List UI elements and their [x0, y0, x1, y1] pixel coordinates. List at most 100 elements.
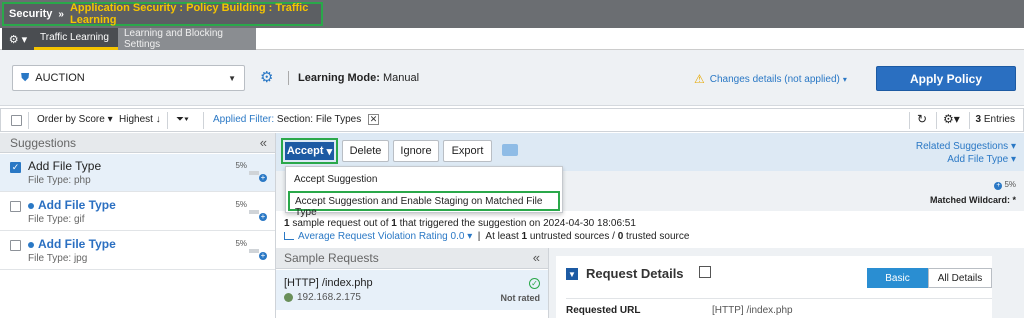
requested-url-value: [HTTP] /index.php [712, 305, 793, 316]
order-by-label: Order by Score [37, 114, 105, 125]
suggestion-checkbox[interactable] [10, 240, 21, 251]
applied-filter: Applied Filter: Section: File Types ✕ [213, 114, 380, 125]
policy-bar: ⛊ AUCTION ▼ ⚙ Learning Mode: Manual ⚠ Ch… [0, 50, 1024, 106]
applied-filter-value: Section: File Types [276, 114, 362, 125]
comment-icon[interactable] [502, 144, 518, 156]
suggestion-checkbox[interactable]: ✓ [10, 162, 21, 173]
request-summary: 1 sample request out of 1 that triggered… [284, 218, 636, 229]
delete-button[interactable]: Delete [342, 140, 389, 162]
accept-enable-staging-item[interactable]: Accept Suggestion and Enable Staging on … [288, 191, 560, 218]
suggestions-header: Suggestions « [0, 133, 275, 153]
changes-details-link[interactable]: ⚠ Changes details (not applied) ▾ [694, 72, 847, 86]
suggestion-title: Add File Type [38, 198, 116, 212]
suggestion-item[interactable]: Add File Type File Type: jpg 5% + [0, 232, 275, 270]
request-total: 1 [391, 218, 397, 229]
suggestion-toolbar: Order by Score ▾ Highest ↓ ⏷▾ Applied Fi… [0, 108, 1024, 132]
suggestion-checkbox[interactable] [10, 201, 21, 212]
suggestion-title-wrap: Add File Type [28, 198, 116, 212]
check-icon: ✓ [529, 278, 540, 289]
plus-icon[interactable]: + [994, 182, 1003, 190]
matched-wildcard-value: * [1012, 195, 1016, 205]
order-by-dropdown[interactable]: Order by Score ▾ [37, 114, 113, 125]
policy-settings-icon[interactable]: ⚙ [260, 68, 273, 86]
apply-policy-button[interactable]: Apply Policy [876, 66, 1016, 91]
ignore-button[interactable]: Ignore [393, 140, 439, 162]
sort-direction-toggle[interactable]: Highest ↓ [119, 114, 161, 125]
chevron-down-icon: ▾ [842, 74, 847, 84]
accept-suggestion-item[interactable]: Accept Suggestion [294, 174, 377, 185]
divider [288, 71, 289, 85]
policy-select[interactable]: ⛊ AUCTION ▼ [12, 65, 245, 91]
unread-dot-icon [28, 241, 34, 248]
accept-label: Accept [286, 145, 324, 157]
trusted-count: 0 [617, 231, 624, 242]
accept-button[interactable]: Accept ▾ [285, 142, 334, 160]
divider [28, 112, 29, 129]
suggestion-item[interactable]: ✓ Add File Type File Type: php 5% + [0, 154, 275, 192]
suggestion-score: 5% [235, 161, 247, 170]
accept-highlight: Accept ▾ [281, 138, 338, 164]
sample-requests-header: Sample Requests « [276, 248, 548, 269]
suggestion-score: 5% [235, 200, 247, 209]
details-scroll-area [992, 256, 1024, 318]
changes-details-label: Changes details (not applied) [709, 73, 840, 85]
external-link-icon[interactable] [699, 266, 711, 278]
learning-mode: Learning Mode: Manual [298, 72, 419, 84]
plus-icon[interactable]: + [259, 174, 267, 182]
tab-learning-blocking-settings[interactable]: Learning and Blocking Settings [118, 28, 256, 50]
suggestion-item[interactable]: Add File Type File Type: gif 5% + [0, 193, 275, 231]
entries-label: Entries [983, 114, 1015, 125]
suggestion-title: Add File Type [38, 237, 116, 251]
divider [167, 112, 168, 129]
gear-menu-icon[interactable]: ⚙ ▾ [2, 28, 34, 50]
policy-select-value: AUCTION [35, 72, 85, 84]
rating-summary: Average Request Violation Rating 0.0 ▾ |… [284, 231, 689, 242]
collapse-icon[interactable]: « [533, 250, 540, 265]
entries-number: 3 [975, 114, 982, 125]
sample-request-ip: 192.168.2.175 [297, 292, 361, 303]
breadcrumb-root[interactable]: Security [9, 8, 52, 20]
top-bar: Security » Application Security : Policy… [0, 0, 1024, 28]
sample-request-item[interactable]: [HTTP] /index.php 192.168.2.175 ✓ Not ra… [276, 270, 548, 310]
tab-row: ⚙ ▾ Traffic Learning Learning and Blocki… [0, 28, 1024, 50]
select-all-checkbox[interactable] [11, 115, 22, 126]
tab-traffic-learning[interactable]: Traffic Learning [34, 28, 118, 50]
rating-link[interactable]: Average Request Violation Rating 0.0 ▾ [284, 231, 472, 242]
request-details-title: Request Details [586, 266, 684, 281]
suggestion-score: 5% [235, 239, 247, 248]
wildcard-score-value: 5% [1004, 180, 1016, 189]
sample-request-rating: Not rated [500, 293, 540, 303]
breadcrumb-separator: » [58, 8, 64, 20]
related-suggestions-label: Related Suggestions [915, 141, 1009, 152]
applied-filter-label: Applied Filter: [213, 114, 275, 125]
request-count: 1 [284, 218, 290, 229]
plus-icon[interactable]: + [259, 213, 267, 221]
accept-menu: Accept Suggestion Accept Suggestion and … [285, 166, 563, 218]
divider [566, 298, 992, 299]
suggestions-title: Suggestions [10, 135, 77, 150]
add-file-type-link[interactable]: Add File Type ▾ [916, 153, 1016, 166]
collapse-icon[interactable]: « [260, 135, 267, 150]
related-suggestions-link[interactable]: Related Suggestions ▾ [916, 140, 1016, 153]
suggestion-subtitle: File Type: php [28, 175, 91, 186]
related-links: Related Suggestions ▾ Add File Type ▾ [916, 140, 1016, 166]
divider [203, 112, 204, 129]
score-bar [249, 171, 259, 175]
suggestion-title: Add File Type [28, 159, 102, 173]
suggestion-title-wrap: Add File Type [28, 237, 116, 251]
entries-count: 3 Entries [976, 114, 1015, 125]
settings-icon[interactable]: ⚙▾ [943, 112, 960, 126]
learning-mode-label: Learning Mode: [298, 72, 380, 84]
view-basic-button[interactable]: Basic [867, 268, 928, 288]
export-button[interactable]: Export [443, 140, 492, 162]
warning-icon: ⚠ [694, 72, 705, 86]
refresh-icon[interactable]: ↻ [917, 112, 927, 126]
clear-filter-icon[interactable]: ✕ [368, 114, 380, 125]
divider [936, 112, 937, 129]
divider [969, 112, 970, 129]
filter-icon[interactable]: ⏷▾ [176, 114, 189, 125]
matched-wildcard: Matched Wildcard: * [930, 195, 1016, 205]
plus-icon[interactable]: + [259, 252, 267, 260]
collapse-section-icon[interactable]: ▼ [566, 268, 578, 280]
view-all-details-button[interactable]: All Details [928, 268, 992, 288]
